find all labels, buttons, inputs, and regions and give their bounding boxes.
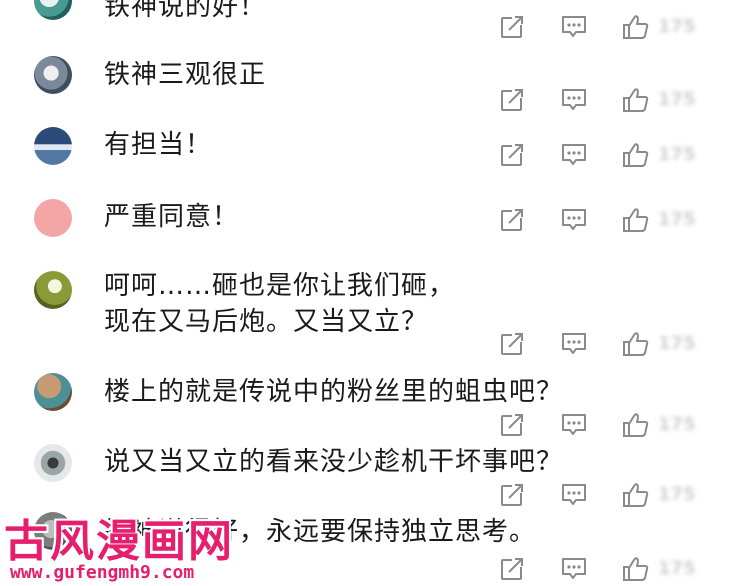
like-count: 175 [658,16,696,37]
share-icon[interactable] [498,87,526,113]
reply-icon[interactable] [560,87,588,113]
share-icon[interactable] [498,412,526,438]
like-count: 175 [658,558,696,579]
comment-text: 有担当！ [104,130,213,160]
share-icon[interactable] [498,482,526,508]
thumbs-up-icon[interactable] [622,482,650,508]
comment-text: 楼上的就是传说中的粉丝里的蛆虫吧？ [104,377,564,407]
thumbs-up-icon[interactable] [622,14,650,40]
share-icon[interactable] [498,207,526,233]
watermark-url: www.gufengmh9.com [10,562,195,583]
like-count: 175 [658,333,696,354]
site-watermark: 古风漫画网 www.gufengmh9.com [0,505,232,586]
reply-icon[interactable] [560,556,588,582]
watermark-title: 古风漫画网 [4,516,234,567]
user-avatar[interactable] [34,444,72,482]
comment-text: 呵呵……砸也是你让我们砸， [104,271,456,301]
comment-actions: 175 [498,207,738,233]
comment-text: 铁神三观很正 [104,60,267,90]
thumbs-up-icon[interactable] [622,556,650,582]
share-icon[interactable] [498,556,526,582]
comment-text: 说又当又立的看来没少趁机干坏事吧？ [104,447,564,477]
comment-actions: 175 [498,556,738,582]
like-count: 175 [658,209,696,230]
reply-icon[interactable] [560,482,588,508]
user-avatar[interactable] [34,127,72,165]
reply-icon[interactable] [560,207,588,233]
share-icon[interactable] [498,142,526,168]
thumbs-up-icon[interactable] [622,207,650,233]
share-icon[interactable] [498,14,526,40]
like-count: 175 [658,89,696,110]
reply-icon[interactable] [560,412,588,438]
like-count: 175 [658,144,696,165]
comment-actions: 175 [498,331,738,357]
comment-text: 严重同意！ [104,202,240,232]
comment-actions: 175 [498,412,738,438]
comment-actions: 175 [498,142,738,168]
thumbs-up-icon[interactable] [622,331,650,357]
reply-icon[interactable] [560,14,588,40]
like-count: 175 [658,414,696,435]
thumbs-up-icon[interactable] [622,142,650,168]
comment-actions: 175 [498,14,738,40]
share-icon[interactable] [498,331,526,357]
reply-icon[interactable] [560,331,588,357]
reply-icon[interactable] [560,142,588,168]
comment-text: 铁神说的好！ [104,0,267,22]
user-avatar[interactable] [34,199,72,237]
comment-actions: 175 [498,87,738,113]
user-avatar[interactable] [34,0,72,20]
comment-actions: 175 [498,482,738,508]
user-avatar[interactable] [34,271,72,309]
comment-text: 现在又马后炮。又当又立？ [104,307,429,337]
user-avatar[interactable] [34,373,72,411]
like-count: 175 [658,484,696,505]
user-avatar[interactable] [34,56,72,94]
thumbs-up-icon[interactable] [622,412,650,438]
thumbs-up-icon[interactable] [622,87,650,113]
